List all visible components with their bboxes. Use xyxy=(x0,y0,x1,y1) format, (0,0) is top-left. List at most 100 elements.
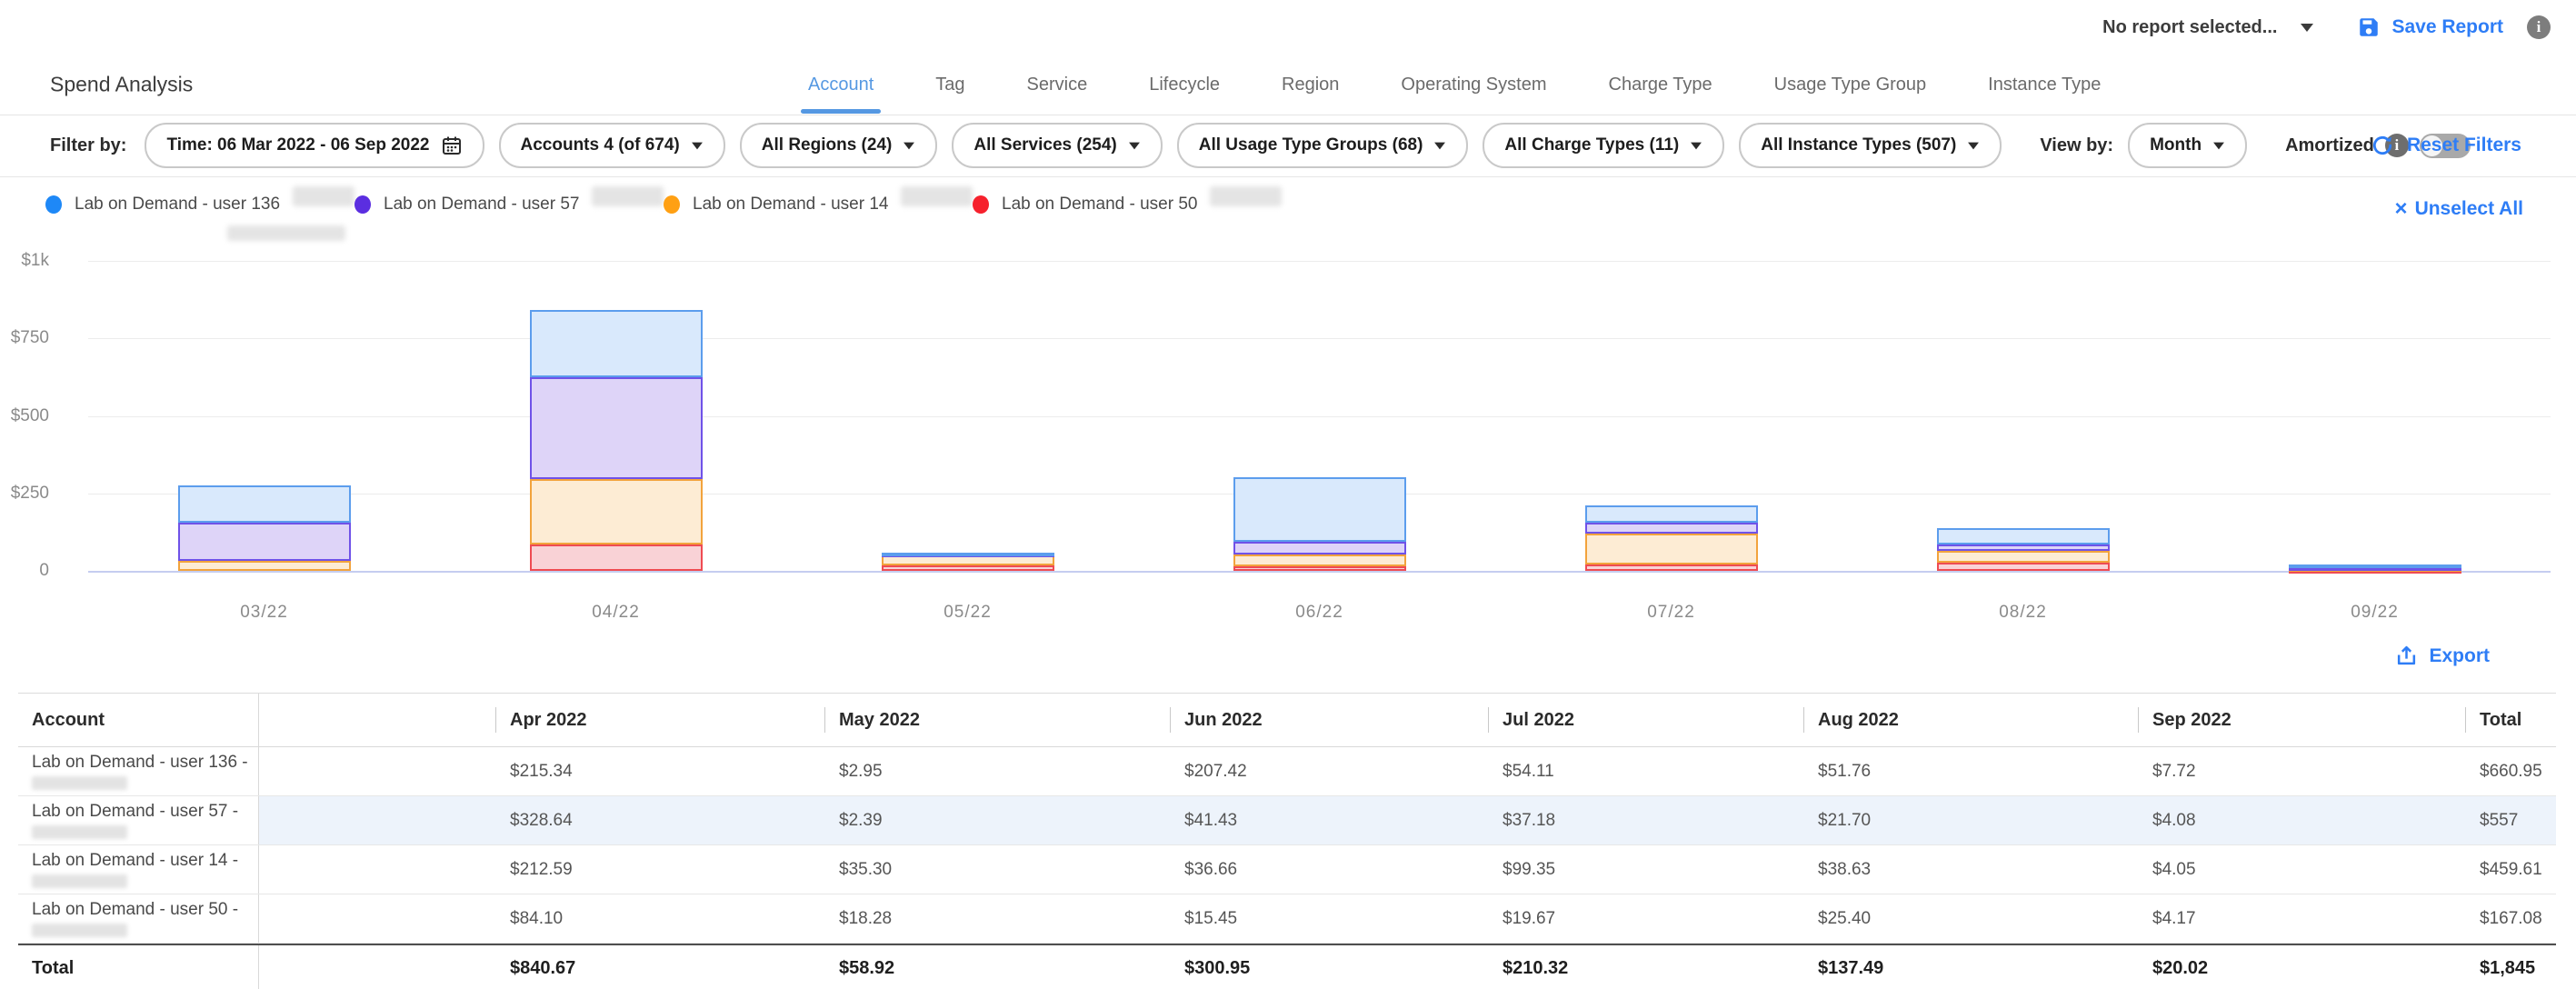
value-cell: $54.11 xyxy=(1488,747,1803,795)
total-value-cell: $20.02 xyxy=(2138,945,2465,989)
top-bar: No report selected... Save Report i xyxy=(0,0,2576,55)
value-cell: $21.70 xyxy=(1803,796,2138,844)
value-cell: $2.95 xyxy=(824,747,1170,795)
legend-dot-icon xyxy=(45,195,62,214)
spend-analysis-page: No report selected... Save Report i Spen… xyxy=(0,0,2576,989)
bar-segment[interactable] xyxy=(2289,564,2461,568)
filter-dropdown-all-services-254-[interactable]: All Services (254) xyxy=(952,123,1162,168)
account-lines: Lab on Demand - user 50 - xyxy=(32,900,238,937)
bar-segment[interactable] xyxy=(1585,505,1758,522)
y-axis-tick-label: $750 xyxy=(0,328,49,348)
tab-tag[interactable]: Tag xyxy=(934,58,966,112)
gridline xyxy=(88,571,2551,573)
column-header[interactable]: Apr 2022 xyxy=(495,694,824,746)
filter-dropdown-all-instance-types-507-[interactable]: All Instance Types (507) xyxy=(1739,123,2002,168)
value-cell: $41.43 xyxy=(1170,796,1488,844)
bar-segment[interactable] xyxy=(178,561,351,571)
legend-label: Lab on Demand - user 14 xyxy=(693,195,888,215)
column-header[interactable]: Jun 2022 xyxy=(1170,694,1488,746)
column-header[interactable]: Jul 2022 xyxy=(1488,694,1803,746)
value-cell: $207.42 xyxy=(1170,747,1488,795)
column-header[interactable]: Total xyxy=(2465,694,2556,746)
bar-segment[interactable] xyxy=(178,523,351,560)
redacted-text xyxy=(293,186,354,206)
filter-dropdown-all-regions-24-[interactable]: All Regions (24) xyxy=(740,123,938,168)
table-row[interactable]: Lab on Demand - user 136 -$215.34$2.95$2… xyxy=(18,747,2556,796)
bar-segment[interactable] xyxy=(530,479,703,544)
column-header[interactable]: May 2022 xyxy=(824,694,1170,746)
filter-dropdown-accounts-4-of-674-[interactable]: Accounts 4 (of 674) xyxy=(499,123,725,168)
column-header-account[interactable]: Account xyxy=(18,694,259,746)
bar-segment[interactable] xyxy=(1233,542,1406,554)
value-cell: $4.05 xyxy=(2138,845,2465,894)
info-icon[interactable]: i xyxy=(2527,15,2551,39)
y-axis-tick-label: $250 xyxy=(0,484,49,504)
x-axis-tick-label: 08/22 xyxy=(1937,603,2110,623)
value-cell: $19.67 xyxy=(1488,894,1803,943)
bar-segment[interactable] xyxy=(530,544,703,571)
export-button[interactable]: Export xyxy=(2395,644,2490,667)
tab-instance-type[interactable]: Instance Type xyxy=(1986,58,2102,112)
column-header[interactable]: Sep 2022 xyxy=(2138,694,2465,746)
x-axis-tick-label: 09/22 xyxy=(2289,603,2461,623)
time-filter-button[interactable]: Time: 06 Mar 2022 - 06 Sep 2022 xyxy=(145,123,484,168)
value-cell: $84.10 xyxy=(495,894,824,943)
legend-item[interactable]: Lab on Demand - user 57 xyxy=(354,195,664,215)
bar-segment[interactable] xyxy=(530,377,703,479)
bar-segment[interactable] xyxy=(1585,564,1758,571)
bar-segment[interactable] xyxy=(1937,551,2110,563)
value-cell: $328.64 xyxy=(495,796,824,844)
legend-item[interactable]: Lab on Demand - user 50 xyxy=(973,195,1282,215)
bar-segment[interactable] xyxy=(1937,528,2110,544)
tab-lifecycle[interactable]: Lifecycle xyxy=(1147,58,1222,112)
value-cell: $215.34 xyxy=(495,747,824,795)
bar-segment[interactable] xyxy=(1233,566,1406,571)
unselect-all-button[interactable]: × Unselect All xyxy=(2395,198,2523,220)
spacer-cell xyxy=(259,796,495,844)
tab-charge-type[interactable]: Charge Type xyxy=(1607,58,1714,112)
column-header[interactable]: Aug 2022 xyxy=(1803,694,2138,746)
save-report-button[interactable]: Save Report xyxy=(2357,15,2503,39)
chevron-down-icon xyxy=(2213,142,2224,149)
chevron-down-icon xyxy=(904,142,914,149)
filter-dropdown-all-usage-type-groups-68-[interactable]: All Usage Type Groups (68) xyxy=(1177,123,1469,168)
table-row[interactable]: Lab on Demand - user 50 -$84.10$18.28$15… xyxy=(18,894,2556,944)
bar-segment[interactable] xyxy=(1233,477,1406,542)
bar-segment[interactable] xyxy=(1585,534,1758,564)
bar-segment[interactable] xyxy=(530,310,703,376)
tab-account[interactable]: Account xyxy=(806,58,875,112)
chart-legend: Lab on Demand - user 136Lab on Demand - … xyxy=(45,195,1282,215)
filter-by-label: Filter by: xyxy=(50,135,126,156)
tab-bar: Account Tag Service Lifecycle Region Operatin… xyxy=(806,55,2102,115)
bar-segment[interactable] xyxy=(882,565,1054,571)
export-icon xyxy=(2395,644,2418,667)
tab-usage-type-group[interactable]: Usage Type Group xyxy=(1772,58,1929,112)
table-row[interactable]: Lab on Demand - user 14 -$212.59$35.30$3… xyxy=(18,845,2556,894)
value-cell: $7.72 xyxy=(2138,747,2465,795)
legend-item[interactable]: Lab on Demand - user 136 xyxy=(45,195,354,215)
title-tab-bar: Spend Analysis AccountTagServiceLifecycl… xyxy=(0,55,2576,115)
tab-region[interactable]: Region xyxy=(1280,58,1341,112)
bar-segment[interactable] xyxy=(1233,554,1406,566)
filter-dropdown-label: All Services (254) xyxy=(973,135,1116,155)
bar-segment[interactable] xyxy=(1585,523,1758,534)
filter-dropdown-all-charge-types-11-[interactable]: All Charge Types (11) xyxy=(1483,123,1724,168)
tab-service[interactable]: Service xyxy=(1025,58,1090,112)
tab-operating-system[interactable]: Operating System xyxy=(1399,58,1548,112)
account-name: Lab on Demand - user 57 - xyxy=(32,802,238,822)
legend-dot-icon xyxy=(354,195,371,214)
bar-segment[interactable] xyxy=(882,553,1054,556)
value-cell: $51.76 xyxy=(1803,747,2138,795)
reset-filters-button[interactable]: Reset Filters xyxy=(2371,134,2521,157)
chevron-down-icon xyxy=(692,142,703,149)
table-row[interactable]: Lab on Demand - user 57 -$328.64$2.39$41… xyxy=(18,796,2556,845)
value-cell: $35.30 xyxy=(824,845,1170,894)
report-selector-dropdown[interactable]: No report selected... xyxy=(2102,17,2313,38)
bar-segment[interactable] xyxy=(1937,563,2110,571)
bar-segment[interactable] xyxy=(1937,544,2110,551)
legend-item[interactable]: Lab on Demand - user 14 xyxy=(664,195,973,215)
view-by-dropdown[interactable]: Month xyxy=(2128,123,2247,168)
redacted-text xyxy=(592,186,664,206)
spacer-cell xyxy=(259,945,495,989)
bar-segment[interactable] xyxy=(178,485,351,523)
